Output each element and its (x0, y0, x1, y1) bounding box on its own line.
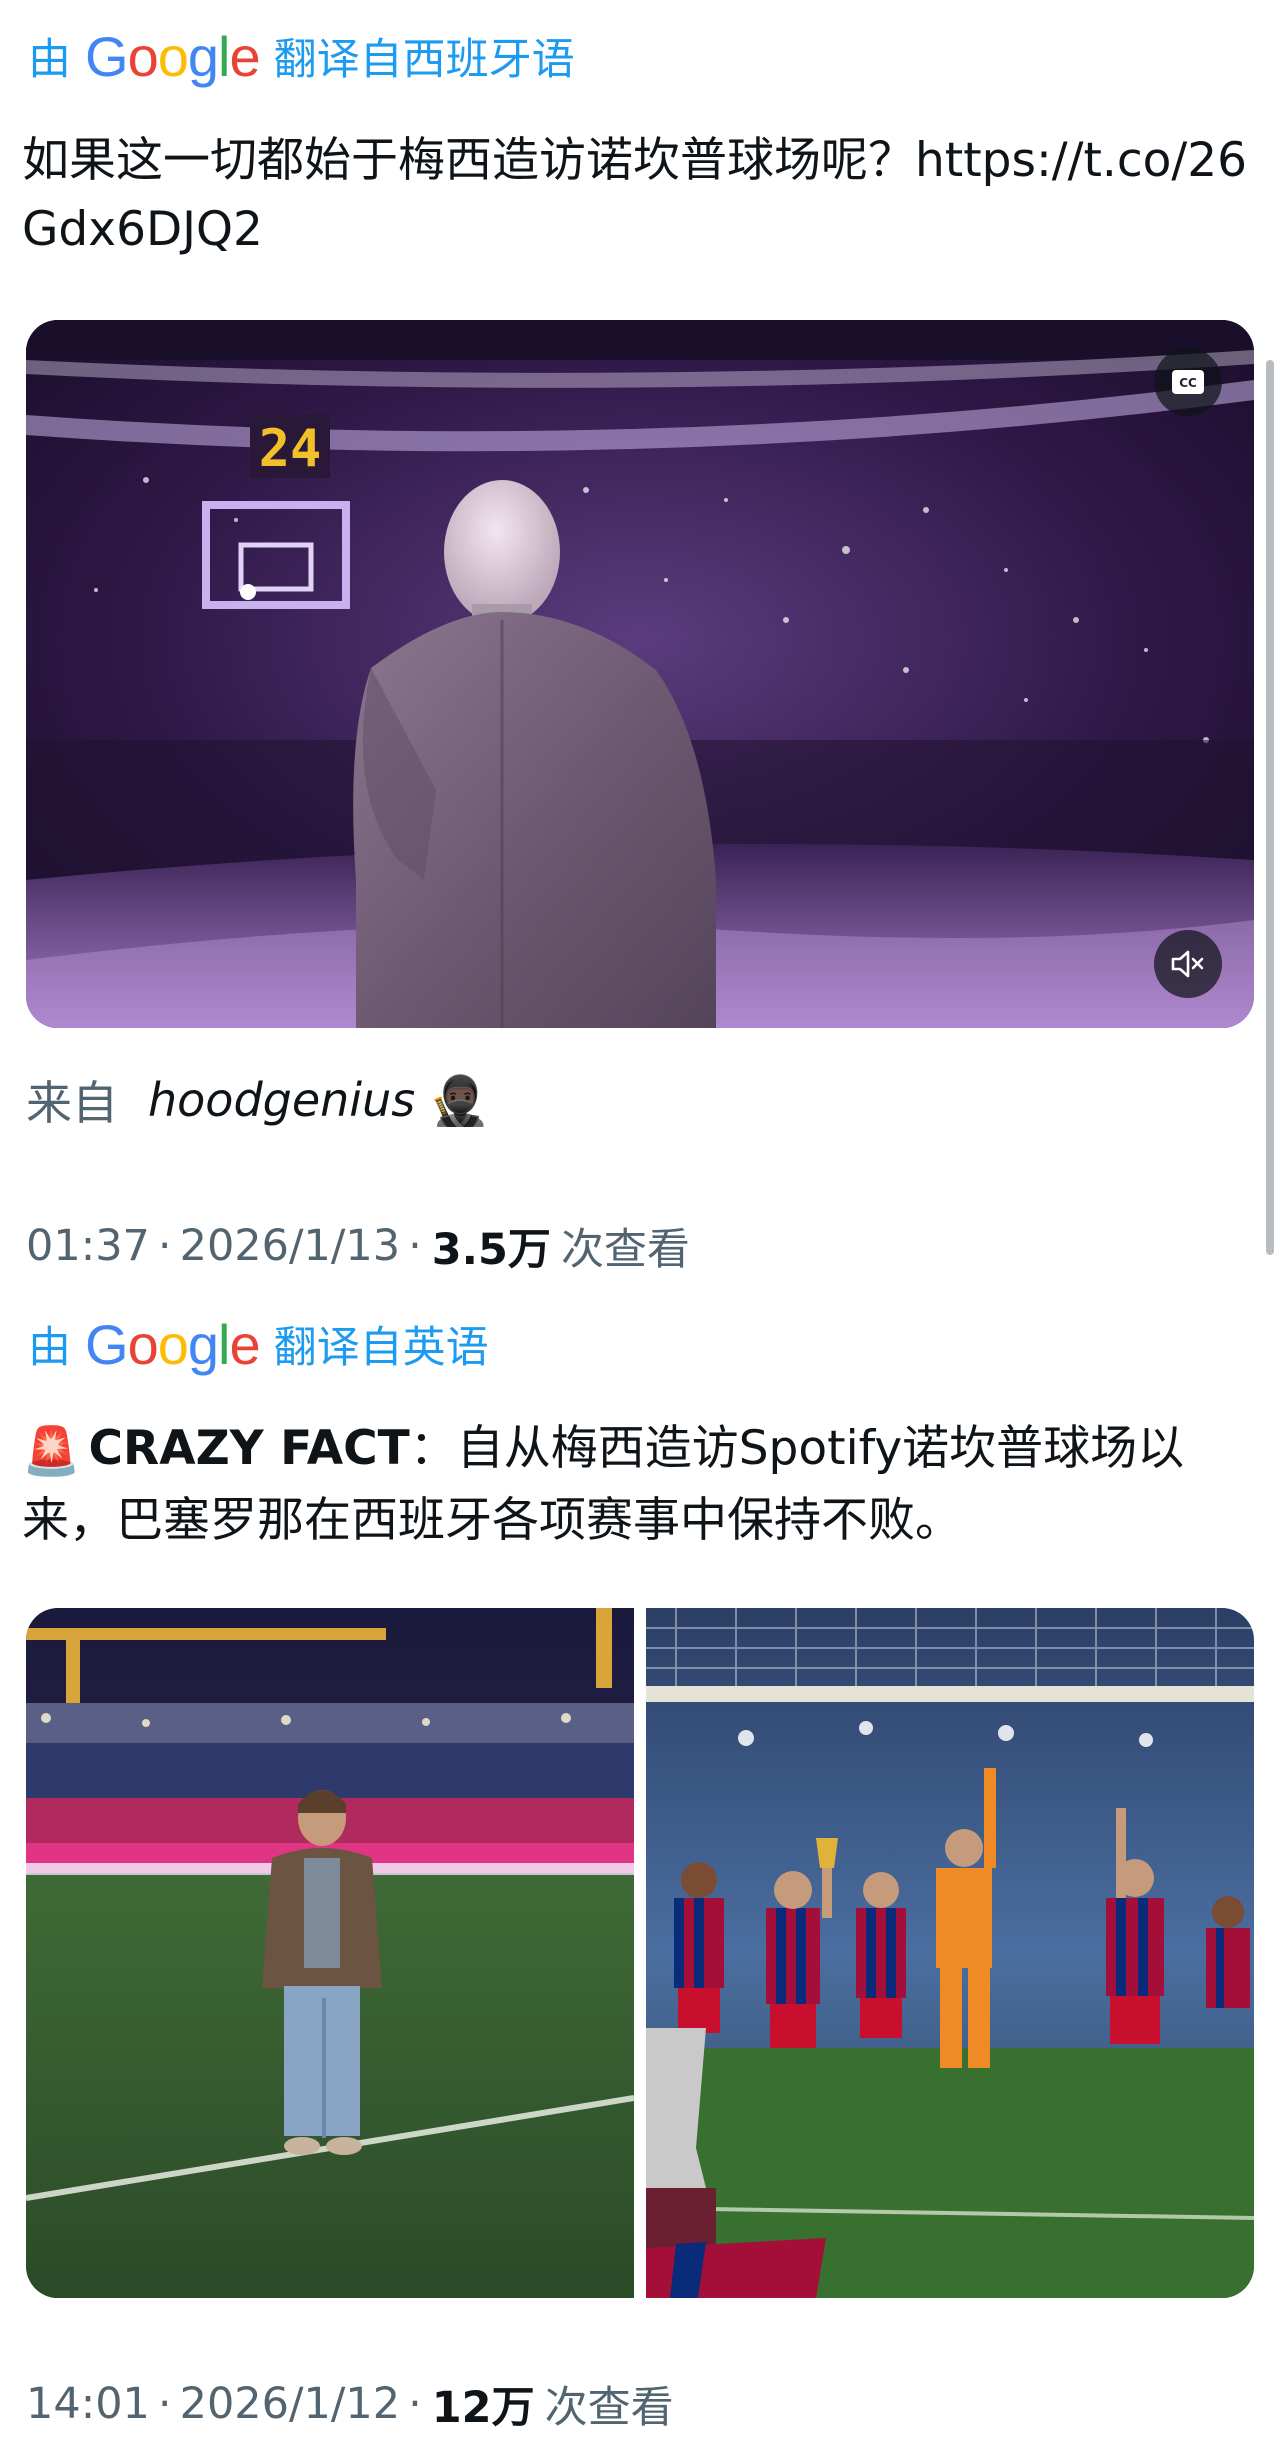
translate-by-label: 由 (28, 1323, 71, 1373)
headline-colon: ： (409, 1421, 457, 1476)
messi-photo-image (26, 1608, 634, 2298)
view-count: 3.5万 (431, 1225, 551, 1275)
tweet-time[interactable]: 01:37 (26, 1221, 150, 1271)
source-username[interactable]: hoodgenius (148, 1073, 415, 1127)
video-source-attribution[interactable]: 来自 hoodgenius 🥷🏿 (26, 1068, 489, 1132)
tweet-time[interactable]: 14:01 (26, 2379, 150, 2429)
crazy-fact-headline: CRAZY FACT (88, 1421, 410, 1476)
google-logo: Google (85, 1312, 261, 1376)
tweet-text: 🚨 CRAZY FACT：自从梅西造访Spotify诺坎普球场以来，巴塞罗那在西班… (22, 1414, 1252, 1555)
source-prefix: 来自 (26, 1076, 118, 1130)
closed-captions-button[interactable]: CC (1154, 348, 1222, 416)
celebration-photo-image (646, 1608, 1254, 2298)
translate-source-language: 翻译自英语 (273, 1323, 489, 1373)
ninja-emoji: 🥷🏿 (429, 1072, 489, 1129)
translate-source-language: 翻译自西班牙语 (273, 35, 575, 85)
unmute-button[interactable] (1154, 930, 1222, 998)
tweet-text: 如果这一切都始于梅西造访诺坎普球场呢？https://t.co/26Gdx6DJ… (22, 133, 1248, 257)
svg-text:CC: CC (1179, 376, 1197, 390)
view-count: 12万 (431, 2383, 535, 2433)
speaker-muted-icon (1171, 950, 1204, 978)
google-logo: Google (85, 24, 261, 88)
scrollbar[interactable] (1266, 360, 1274, 1255)
tweet-date[interactable]: 2026/1/13 (180, 1221, 400, 1271)
translation-banner[interactable]: 由 Google 翻译自西班牙语 (28, 24, 575, 88)
siren-emoji: 🚨 (22, 1424, 81, 1479)
tweet-meta: 01:37 · 2026/1/13 · 3.5万 次查看 (26, 1216, 690, 1276)
scoreboard-number: 24 (259, 419, 322, 479)
tweet-date[interactable]: 2026/1/12 (180, 2379, 400, 2429)
views-label: 次查看 (544, 2383, 674, 2433)
barcelona-celebration-photo[interactable] (646, 1608, 1254, 2298)
views-label: 次查看 (560, 1225, 690, 1275)
messi-at-camp-nou-photo[interactable] (26, 1608, 634, 2298)
closed-captions-icon: CC (1172, 370, 1204, 394)
translate-by-label: 由 (28, 35, 71, 85)
video-frame: 24 (26, 320, 1254, 1028)
video-player[interactable]: 24 CC (26, 320, 1254, 1028)
translation-banner[interactable]: 由 Google 翻译自英语 (28, 1312, 489, 1376)
tweet-meta: 14:01 · 2026/1/12 · 12万 次查看 (26, 2374, 674, 2434)
